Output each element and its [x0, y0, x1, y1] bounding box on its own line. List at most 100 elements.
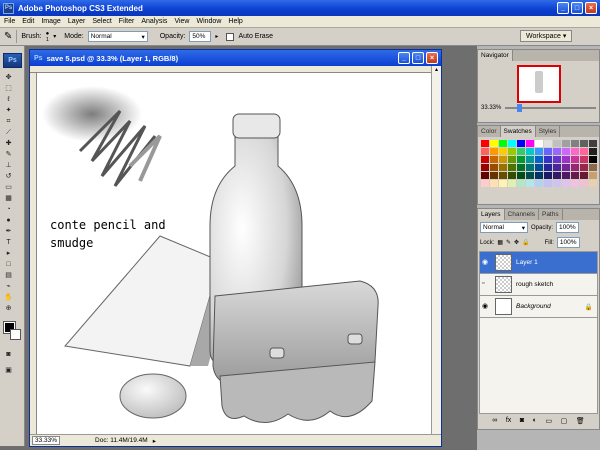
- swatch-color[interactable]: [481, 172, 489, 179]
- auto-erase-checkbox[interactable]: [226, 32, 235, 41]
- tab-navigator[interactable]: Navigator: [478, 50, 513, 61]
- canvas[interactable]: conte pencil and smudge: [30, 66, 433, 434]
- tab-swatches[interactable]: Swatches: [500, 126, 536, 137]
- swatch-color[interactable]: [589, 172, 597, 179]
- tab-paths[interactable]: Paths: [539, 209, 563, 220]
- swatch-color[interactable]: [508, 148, 516, 155]
- menu-window[interactable]: Window: [196, 18, 221, 25]
- swatch-color[interactable]: [481, 140, 489, 147]
- swatch-color[interactable]: [526, 148, 534, 155]
- swatch-color[interactable]: [571, 140, 579, 147]
- brush-preset-picker[interactable]: ● 1: [46, 31, 50, 43]
- swatch-color[interactable]: [553, 148, 561, 155]
- swatch-color[interactable]: [535, 156, 543, 163]
- swatch-color[interactable]: [553, 180, 561, 187]
- workspace-button[interactable]: Workspace ▾: [520, 30, 573, 42]
- menu-filter[interactable]: Filter: [119, 18, 135, 25]
- fill-input[interactable]: 100%: [556, 237, 580, 248]
- swatch-color[interactable]: [490, 180, 498, 187]
- doc-minimize-button[interactable]: _: [398, 52, 410, 64]
- tab-channels[interactable]: Channels: [505, 209, 539, 220]
- swatch-color[interactable]: [499, 156, 507, 163]
- healing-tool-icon[interactable]: ✚: [4, 139, 13, 148]
- swatch-color[interactable]: [535, 172, 543, 179]
- menu-edit[interactable]: Edit: [22, 18, 34, 25]
- swatch-color[interactable]: [553, 156, 561, 163]
- swatch-color[interactable]: [526, 156, 534, 163]
- swatch-color[interactable]: [553, 172, 561, 179]
- menu-file[interactable]: File: [4, 18, 15, 25]
- swatch-color[interactable]: [517, 180, 525, 187]
- lock-position-icon[interactable]: ✥: [514, 239, 519, 246]
- magic-wand-tool-icon[interactable]: ✦: [4, 106, 13, 115]
- blur-tool-icon[interactable]: ◔: [4, 205, 13, 214]
- zoom-slider-thumb[interactable]: [517, 104, 523, 112]
- swatch-color[interactable]: [580, 140, 588, 147]
- swatch-color[interactable]: [571, 148, 579, 155]
- swatch-color[interactable]: [526, 180, 534, 187]
- swatch-color[interactable]: [589, 148, 597, 155]
- swatch-color[interactable]: [562, 164, 570, 171]
- swatch-color[interactable]: [499, 148, 507, 155]
- swatch-color[interactable]: [580, 164, 588, 171]
- link-layers-icon[interactable]: ∞: [492, 417, 497, 425]
- brush-dropdown-icon[interactable]: ▾: [53, 33, 56, 40]
- navigator-zoom[interactable]: 33.33%: [481, 105, 501, 111]
- swatch-color[interactable]: [517, 140, 525, 147]
- shape-tool-icon[interactable]: □: [4, 260, 13, 269]
- new-layer-icon[interactable]: ▢: [561, 417, 568, 425]
- swatch-color[interactable]: [526, 140, 534, 147]
- lock-transparency-icon[interactable]: ▦: [497, 239, 503, 246]
- quick-mask-icon[interactable]: ◙: [4, 350, 13, 359]
- swatch-color[interactable]: [517, 172, 525, 179]
- lock-pixels-icon[interactable]: ✎: [506, 239, 511, 246]
- background-color[interactable]: [10, 329, 21, 340]
- menu-select[interactable]: Select: [92, 18, 111, 25]
- swatch-color[interactable]: [481, 156, 489, 163]
- marquee-tool-icon[interactable]: ⬚: [4, 84, 13, 93]
- scroll-up-icon[interactable]: ▴: [432, 66, 441, 73]
- eraser-tool-icon[interactable]: ▭: [4, 183, 13, 192]
- swatch-color[interactable]: [517, 156, 525, 163]
- layer-mask-icon[interactable]: ◙: [520, 417, 524, 425]
- swatch-color[interactable]: [535, 148, 543, 155]
- dodge-tool-icon[interactable]: ●: [4, 216, 13, 225]
- visibility-eye-icon[interactable]: ◉: [482, 258, 491, 267]
- swatch-color[interactable]: [499, 172, 507, 179]
- menu-view[interactable]: View: [174, 18, 189, 25]
- swatch-color[interactable]: [571, 164, 579, 171]
- tab-styles[interactable]: Styles: [536, 126, 561, 137]
- swatch-color[interactable]: [589, 164, 597, 171]
- swatch-color[interactable]: [589, 156, 597, 163]
- swatch-color[interactable]: [508, 172, 516, 179]
- new-group-icon[interactable]: ▭: [545, 417, 552, 425]
- swatch-color[interactable]: [535, 164, 543, 171]
- swatch-color[interactable]: [562, 148, 570, 155]
- lasso-tool-icon[interactable]: ℓ: [4, 95, 13, 104]
- layer-row[interactable]: ◉ Layer 1: [480, 252, 597, 274]
- crop-tool-icon[interactable]: ⌗: [4, 117, 13, 126]
- swatch-color[interactable]: [553, 140, 561, 147]
- swatch-color[interactable]: [499, 180, 507, 187]
- notes-tool-icon[interactable]: ▤: [4, 271, 13, 280]
- swatch-color[interactable]: [571, 156, 579, 163]
- menu-analysis[interactable]: Analysis: [141, 18, 167, 25]
- swatch-color[interactable]: [589, 140, 597, 147]
- clone-stamp-tool-icon[interactable]: ⊥: [4, 161, 13, 170]
- path-selection-tool-icon[interactable]: ▸: [4, 249, 13, 258]
- layer-opacity-input[interactable]: 100%: [556, 222, 579, 233]
- menu-image[interactable]: Image: [41, 18, 60, 25]
- hand-tool-icon[interactable]: ✋: [4, 293, 13, 302]
- pen-tool-icon[interactable]: ✒: [4, 227, 13, 236]
- pencil-tool-icon[interactable]: ✎: [4, 31, 12, 42]
- swatch-color[interactable]: [544, 140, 552, 147]
- swatch-color[interactable]: [580, 180, 588, 187]
- status-arrow-icon[interactable]: ▸: [153, 437, 156, 445]
- swatch-color[interactable]: [490, 148, 498, 155]
- visibility-eye-icon[interactable]: ◉: [482, 302, 491, 311]
- screen-mode-icon[interactable]: ▣: [4, 366, 13, 375]
- zoom-level[interactable]: 33.33%: [32, 436, 61, 445]
- close-button[interactable]: ×: [585, 2, 597, 14]
- swatch-color[interactable]: [517, 148, 525, 155]
- navigator-zoom-slider[interactable]: [505, 104, 596, 112]
